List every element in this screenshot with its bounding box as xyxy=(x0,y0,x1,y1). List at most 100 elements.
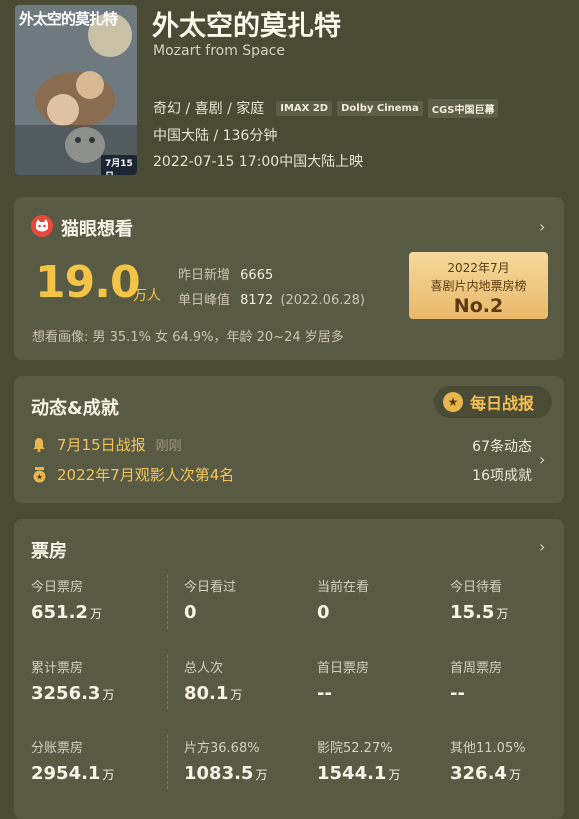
boxoffice-cell-label: 其他11.05% xyxy=(450,741,526,756)
movie-header: 外太空的莫扎特 7月15日 外太空的莫扎特 Mozart from Space … xyxy=(0,0,579,195)
boxoffice-cell-label: 今日待看 xyxy=(450,580,503,595)
chevron-right-icon[interactable]: › xyxy=(539,450,545,469)
boxoffice-cell-unit: 万 xyxy=(255,768,268,782)
poster-illustration xyxy=(15,5,137,175)
peak-stat: 单日峰值 8172 (2022.06.28) xyxy=(178,289,365,308)
rank-position: No.2 xyxy=(453,295,504,317)
boxoffice-cell-label: 今日看过 xyxy=(184,580,237,595)
poster-date: 7月15日 xyxy=(101,155,137,175)
boxoffice-cell-number: 80.1 xyxy=(184,683,229,704)
boxoffice-cell-label: 累计票房 xyxy=(31,661,84,676)
column-divider xyxy=(167,735,169,789)
wish-count: 19.0 xyxy=(35,257,141,308)
boxoffice-cell-unit: 万 xyxy=(102,768,115,782)
audience-profile: 想看画像: 男 35.1% 女 64.9%，年龄 20~24 岁居多 xyxy=(32,330,344,345)
yesterday-value: 6665 xyxy=(240,268,274,283)
svg-text:★: ★ xyxy=(35,472,42,481)
format-badge-cgs: CGS中国巨幕 xyxy=(427,98,499,118)
boxoffice-cell-number: 651.2 xyxy=(31,602,88,623)
boxoffice-cell-number: -- xyxy=(317,683,332,704)
boxoffice-cell-number: 326.4 xyxy=(450,763,507,784)
boxoffice-cell-value: 0 xyxy=(317,602,447,623)
dynamics-count[interactable]: 67条动态 xyxy=(472,436,532,456)
boxoffice-cell: 首周票房 -- xyxy=(450,657,579,704)
movie-title: 外太空的莫扎特 xyxy=(152,11,341,42)
boxoffice-cell-value: 0 xyxy=(184,602,314,623)
wish-unit: 万人 xyxy=(133,288,161,304)
release-info: 2022-07-15 17:00中国大陆上映 xyxy=(153,154,364,170)
format-badge-imax: IMAX 2D xyxy=(276,100,333,116)
boxoffice-cell-unit: 万 xyxy=(496,607,509,621)
boxoffice-cell-label: 片方36.68% xyxy=(184,741,260,756)
boxoffice-cell-value: 326.4 万 xyxy=(450,763,579,784)
news-card[interactable]: 动态&成就 ★ 每日战报 7月15日战报 刚刚 ★ 2022年7月观影人次第4名… xyxy=(14,376,564,503)
news-line-rank[interactable]: ★ 2022年7月观影人次第4名 xyxy=(31,464,234,485)
boxoffice-cell-unit: 万 xyxy=(102,688,115,702)
boxoffice-cell-label: 总人次 xyxy=(184,661,224,676)
boxoffice-cell-value: 3256.3 万 xyxy=(31,683,161,704)
achievements-count[interactable]: 16项成就 xyxy=(472,465,532,485)
news-line-rank-text: 2022年7月观影人次第4名 xyxy=(57,466,235,484)
rank-period: 2022年7月 xyxy=(447,261,510,275)
boxoffice-cell: 总人次 80.1 万 xyxy=(184,657,314,704)
news-line-report-text: 7月15日战报 xyxy=(57,436,146,454)
news-line-report[interactable]: 7月15日战报 刚刚 xyxy=(31,434,182,455)
boxoffice-cell-label: 首周票房 xyxy=(450,661,503,676)
boxoffice-cell-number: 3256.3 xyxy=(31,683,101,704)
boxoffice-cell: 其他11.05% 326.4 万 xyxy=(450,737,579,784)
daily-report-label: 每日战报 xyxy=(470,394,535,413)
format-badge-dolby: Dolby Cinema xyxy=(337,100,423,116)
rank-badge[interactable]: 2022年7月 喜剧片内地票房榜 No.2 xyxy=(409,252,548,319)
boxoffice-cell: 今日待看 15.5 万 xyxy=(450,576,579,623)
column-divider xyxy=(167,575,169,629)
boxoffice-cell-label: 影院52.27% xyxy=(317,741,393,756)
peak-date: (2022.06.28) xyxy=(280,293,365,308)
wish-card[interactable]: 猫眼想看 › 19.0 万人 昨日新增 6665 单日峰值 8172 (2022… xyxy=(14,197,564,360)
boxoffice-cell: 当前在看 0 xyxy=(317,576,447,623)
boxoffice-cell: 首日票房 -- xyxy=(317,657,447,704)
boxoffice-cell: 今日票房 651.2 万 xyxy=(31,576,161,623)
genre-text: 奇幻 / 喜剧 / 家庭 xyxy=(153,101,265,117)
boxoffice-cell: 分账票房 2954.1 万 xyxy=(31,737,161,784)
rank-category: 喜剧片内地票房榜 xyxy=(430,279,527,293)
yesterday-stat: 昨日新增 6665 xyxy=(178,264,273,283)
boxoffice-card[interactable]: 票房 › 今日票房 651.2 万今日看过 0 当前在看 0 今日待看 15.5 万累计票房 32… xyxy=(14,519,564,819)
boxoffice-cell-label: 首日票房 xyxy=(317,661,370,676)
boxoffice-cell-value: 2954.1 万 xyxy=(31,763,161,784)
boxoffice-cell-value: 651.2 万 xyxy=(31,602,161,623)
boxoffice-cell-value: 1083.5 万 xyxy=(184,763,314,784)
chevron-right-icon[interactable]: › xyxy=(539,217,545,236)
column-divider xyxy=(167,655,169,709)
movie-tags: 奇幻 / 喜剧 / 家庭 IMAX 2D Dolby Cinema CGS中国巨… xyxy=(153,98,499,118)
boxoffice-cell-number: 1083.5 xyxy=(184,763,254,784)
boxoffice-cell: 片方36.68% 1083.5 万 xyxy=(184,737,314,784)
boxoffice-cell-number: 15.5 xyxy=(450,602,495,623)
boxoffice-cell-number: 2954.1 xyxy=(31,763,101,784)
news-section-title: 动态&成就 xyxy=(31,398,119,419)
boxoffice-cell-number: 0 xyxy=(184,602,197,623)
chevron-right-icon[interactable]: › xyxy=(539,537,545,556)
boxoffice-cell-number: 1544.1 xyxy=(317,763,387,784)
boxoffice-cell-number: -- xyxy=(450,683,465,704)
movie-subtitle: Mozart from Space xyxy=(153,43,285,59)
daily-report-button[interactable]: ★ 每日战报 xyxy=(434,386,552,418)
boxoffice-cell-unit: 万 xyxy=(230,688,243,702)
boxoffice-cell-value: -- xyxy=(317,683,447,704)
boxoffice-cell: 今日看过 0 xyxy=(184,576,314,623)
region-duration: 中国大陆 / 136分钟 xyxy=(153,128,278,144)
peak-value: 8172 xyxy=(240,293,274,308)
maoyan-cat-icon xyxy=(31,215,53,237)
boxoffice-cell-label: 当前在看 xyxy=(317,580,370,595)
boxoffice-cell-value: 15.5 万 xyxy=(450,602,579,623)
news-line-report-time: 刚刚 xyxy=(155,439,182,454)
movie-poster[interactable]: 外太空的莫扎特 7月15日 xyxy=(15,5,137,175)
peak-label: 单日峰值 xyxy=(178,293,231,308)
boxoffice-cell-unit: 万 xyxy=(508,768,521,782)
boxoffice-cell: 影院52.27% 1544.1 万 xyxy=(317,737,447,784)
boxoffice-cell-number: 0 xyxy=(317,602,330,623)
boxoffice-cell-label: 分账票房 xyxy=(31,741,84,756)
boxoffice-section-title: 票房 xyxy=(31,541,67,562)
yesterday-label: 昨日新增 xyxy=(178,268,231,283)
boxoffice-cell-unit: 万 xyxy=(89,607,102,621)
boxoffice-cell-value: -- xyxy=(450,683,579,704)
